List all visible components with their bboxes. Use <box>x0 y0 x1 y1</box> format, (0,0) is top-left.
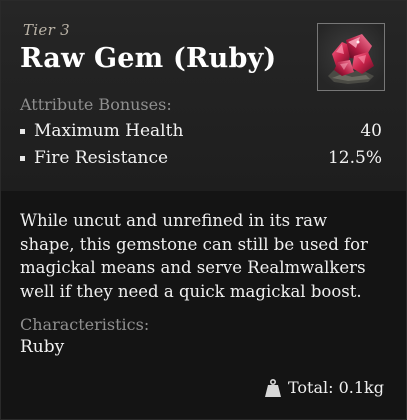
item-icon-frame <box>317 23 385 91</box>
attribute-name: Fire Resistance <box>34 148 169 168</box>
bullet-icon <box>20 129 25 134</box>
description-line: well if they need a quick magickal boost… <box>20 281 362 301</box>
description-line: magickal means and serve Realmwalkers <box>20 258 366 277</box>
total-weight-label: Total: 0.1kg <box>287 378 384 397</box>
description-line: shape, this gemstone can still be used f… <box>20 234 368 254</box>
characteristic-value: Ruby <box>20 337 65 357</box>
total-weight: Total: 0.1kg <box>264 378 384 400</box>
item-tooltip: Tier 3 Raw Gem (Ruby) Attribute Bonuses:… <box>0 0 407 420</box>
weight-icon <box>264 378 281 397</box>
bullet-icon <box>20 156 25 161</box>
attribute-value: 40 <box>360 121 382 141</box>
attribute-name: Maximum Health <box>34 121 184 141</box>
item-name: Raw Gem (Ruby) <box>20 43 277 74</box>
description-line: While uncut and unrefined in its raw <box>20 211 328 230</box>
ruby-gem-icon <box>328 34 374 84</box>
attribute-bonuses-heading: Attribute Bonuses: <box>20 95 172 114</box>
attribute-row: Maximum Health 40 <box>20 121 382 143</box>
characteristics-heading: Characteristics: <box>20 315 150 334</box>
item-tier: Tier 3 <box>23 21 70 39</box>
item-description: While uncut and unrefined in its raw sha… <box>20 209 390 303</box>
attribute-value: 12.5% <box>327 148 382 168</box>
attribute-row: Fire Resistance 12.5% <box>20 148 382 170</box>
